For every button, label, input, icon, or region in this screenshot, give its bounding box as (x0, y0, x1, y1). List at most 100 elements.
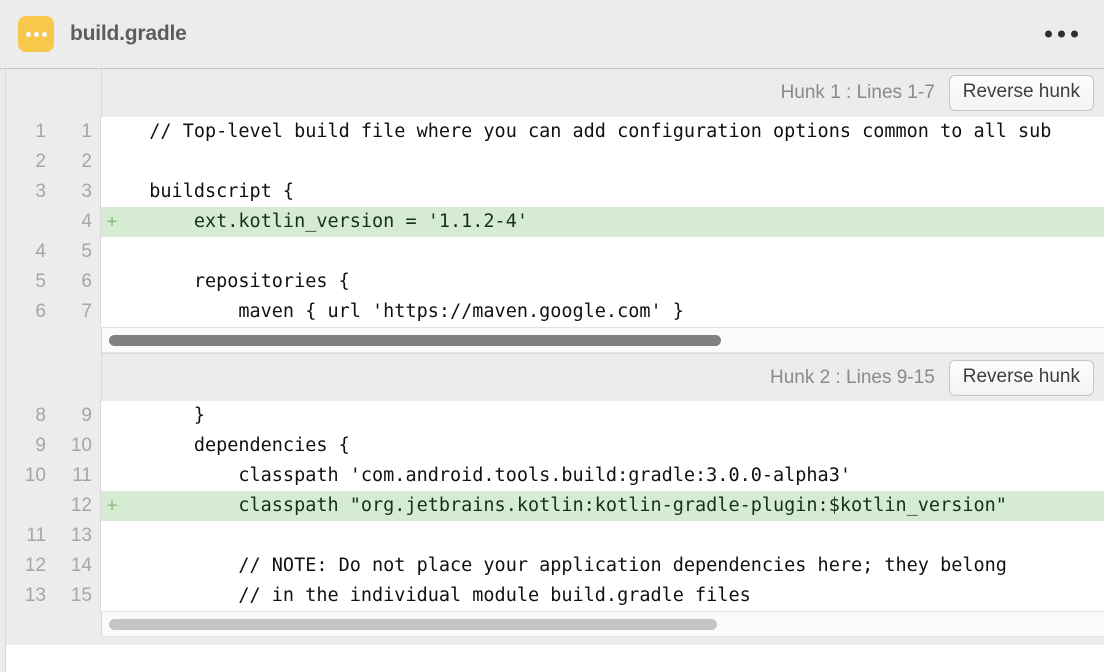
code-line-text: classpath "org.jetbrains.kotlin:kotlin-g… (123, 491, 1104, 521)
code-row: 22 (6, 147, 1104, 177)
line-number-old: 2 (6, 147, 54, 177)
line-number-new: 6 (54, 267, 101, 297)
scrollbar-gutter-new (54, 611, 102, 637)
line-number-new: 1 (54, 117, 101, 147)
titlebar: build.gradle (0, 0, 1104, 69)
bottom-filler (6, 637, 1104, 645)
overflow-dot-1 (1045, 31, 1052, 38)
scrollbar-gutter-new (54, 327, 102, 353)
line-number-new: 12 (54, 491, 101, 521)
code-line-text: classpath 'com.android.tools.build:gradl… (123, 461, 1104, 491)
line-number-new: 7 (54, 297, 101, 327)
line-number-new: 10 (54, 431, 101, 461)
line-number-old (6, 491, 54, 521)
code-line-text: // Top-level build file where you can ad… (123, 117, 1104, 147)
hunk-label: Hunk 1 : Lines 1-7 (781, 82, 935, 104)
line-number-old: 5 (6, 267, 54, 297)
hunk-header-gutter-new (54, 69, 102, 117)
change-marker (101, 297, 123, 327)
change-marker (101, 147, 123, 177)
scrollbar-thumb[interactable] (109, 619, 717, 630)
line-number-new: 3 (54, 177, 101, 207)
scrollbar-track[interactable] (102, 327, 1104, 353)
hunk-lines: 89 }910 dependencies {1011 classpath 'co… (6, 401, 1104, 611)
change-marker (101, 177, 123, 207)
hunk-header: Hunk 2 : Lines 9-15 Reverse hunk (102, 353, 1104, 401)
code-line-text (123, 147, 1104, 177)
change-marker (101, 461, 123, 491)
code-row: 1315 // in the individual module build.g… (6, 581, 1104, 611)
code-line-text: // NOTE: Do not place your application d… (123, 551, 1104, 581)
change-marker: + (101, 207, 123, 237)
change-marker (101, 581, 123, 611)
code-row: 1011 classpath 'com.android.tools.build:… (6, 461, 1104, 491)
scrollbar-gutter-old (6, 327, 54, 353)
line-number-new: 9 (54, 401, 101, 431)
scrollbar-track[interactable] (102, 611, 1104, 637)
line-number-old: 10 (6, 461, 54, 491)
overflow-menu-icon[interactable] (1045, 31, 1078, 38)
code-row: 67 maven { url 'https://maven.google.com… (6, 297, 1104, 327)
line-number-new: 15 (54, 581, 101, 611)
code-row: 1214 // NOTE: Do not place your applicat… (6, 551, 1104, 581)
line-number-old: 1 (6, 117, 54, 147)
code-line-text: ext.kotlin_version = '1.1.2-4' (123, 207, 1104, 237)
line-number-new: 14 (54, 551, 101, 581)
code-row-added: 12+ classpath "org.jetbrains.kotlin:kotl… (6, 491, 1104, 521)
hunk-header-gutter-old (6, 353, 54, 401)
scrollbar-thumb[interactable] (109, 335, 721, 346)
reverse-hunk-button[interactable]: Reverse hunk (949, 75, 1094, 111)
hunk-header-row: Hunk 1 : Lines 1-7 Reverse hunk (6, 69, 1104, 117)
code-row: 1113 (6, 521, 1104, 551)
hunk-header-content: Hunk 2 : Lines 9-15 Reverse hunk (102, 353, 1104, 401)
code-row: 11 // Top-level build file where you can… (6, 117, 1104, 147)
hunk-header-row: Hunk 2 : Lines 9-15 Reverse hunk (6, 353, 1104, 401)
code-line-text (123, 521, 1104, 551)
line-number-old: 11 (6, 521, 54, 551)
line-number-old: 3 (6, 177, 54, 207)
line-number-old: 9 (6, 431, 54, 461)
overflow-dot-3 (1071, 31, 1078, 38)
code-line-text: // in the individual module build.gradle… (123, 581, 1104, 611)
scrollbar-gutter-old (6, 611, 54, 637)
change-marker (101, 431, 123, 461)
code-line-text: } (123, 401, 1104, 431)
line-number-new: 4 (54, 207, 101, 237)
code-line-text (123, 237, 1104, 267)
diff-body: Hunk 1 : Lines 1-7 Reverse hunk 11 // Top-… (0, 69, 1104, 672)
code-line-text: buildscript { (123, 177, 1104, 207)
code-line-text: maven { url 'https://maven.google.com' } (123, 297, 1104, 327)
code-row-added: 4+ ext.kotlin_version = '1.1.2-4' (6, 207, 1104, 237)
line-number-new: 11 (54, 461, 101, 491)
change-marker (101, 551, 123, 581)
dot-3 (42, 32, 47, 37)
overflow-dot-2 (1058, 31, 1065, 38)
line-number-old: 8 (6, 401, 54, 431)
code-line-text: dependencies { (123, 431, 1104, 461)
horizontal-scrollbar[interactable] (6, 327, 1104, 353)
line-number-old (6, 207, 54, 237)
code-row: 910 dependencies { (6, 431, 1104, 461)
line-number-old: 12 (6, 551, 54, 581)
hunk-header: Hunk 1 : Lines 1-7 Reverse hunk (102, 69, 1104, 117)
code-line-text: repositories { (123, 267, 1104, 297)
dot-1 (26, 32, 31, 37)
line-number-new: 5 (54, 237, 101, 267)
change-marker (101, 237, 123, 267)
change-marker (101, 401, 123, 431)
code-row: 89 } (6, 401, 1104, 431)
diff-viewer-window: build.gradle Hunk 1 : Lines 1-7 Reverse h… (0, 0, 1104, 672)
change-marker (101, 117, 123, 147)
reverse-hunk-button[interactable]: Reverse hunk (949, 360, 1094, 396)
dots-file-icon (18, 16, 54, 52)
code-row: 45 (6, 237, 1104, 267)
hunk-lines: 11 // Top-level build file where you can… (6, 117, 1104, 327)
hunks-container: Hunk 1 : Lines 1-7 Reverse hunk 11 // Top-… (6, 69, 1104, 672)
line-number-new: 2 (54, 147, 101, 177)
hunk-label: Hunk 2 : Lines 9-15 (770, 367, 935, 389)
hunk-header-gutter-new (54, 353, 102, 401)
code-row: 56 repositories { (6, 267, 1104, 297)
change-marker: + (101, 491, 123, 521)
line-number-old: 4 (6, 237, 54, 267)
horizontal-scrollbar[interactable] (6, 611, 1104, 637)
